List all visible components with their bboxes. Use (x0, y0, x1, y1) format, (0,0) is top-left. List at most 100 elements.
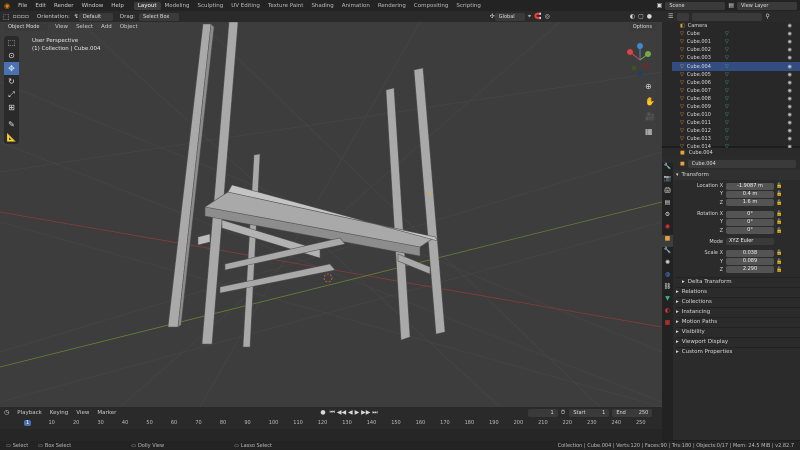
lock-icon[interactable]: 🔓 (776, 228, 782, 234)
navigation-gizmo[interactable] (620, 40, 660, 80)
property-section-header[interactable]: ▸ Collections (676, 296, 800, 307)
property-section-header[interactable]: ▸ Viewport Display (676, 336, 800, 347)
mesh-data-icon[interactable]: ▽ (725, 88, 729, 94)
menu-object[interactable]: Object (120, 24, 138, 30)
lock-icon[interactable]: 🔓 (776, 211, 782, 217)
view-layer-selector[interactable]: View Layer (737, 1, 797, 10)
zoom-icon[interactable]: ⊕ (645, 82, 652, 91)
snap-icon[interactable]: 🧲 (534, 13, 541, 20)
object-tab-icon[interactable]: ■ (662, 235, 673, 247)
menu-file[interactable]: File (14, 3, 31, 9)
mesh-data-icon[interactable]: ▽ (725, 64, 729, 70)
location-x-field[interactable]: -1.9087 m (726, 182, 774, 190)
constraints-tab-icon[interactable]: ⛓ (662, 283, 673, 295)
tab-sculpting[interactable]: Sculpting (194, 2, 228, 10)
orientation-dropdown[interactable]: Default (78, 12, 113, 21)
material-tab-icon[interactable]: ◐ (662, 307, 673, 319)
tab-animation[interactable]: Animation (338, 2, 374, 10)
playback-controls-icon[interactable]: ⏮ ◀◀ ◀ ▶ ▶▶ ⏭ (330, 409, 378, 417)
location-y-field[interactable]: 0.4 m (726, 190, 774, 198)
particles-tab-icon[interactable]: ✺ (662, 259, 673, 271)
viewport-options-button[interactable]: Options (628, 23, 656, 31)
mesh-data-icon[interactable]: ▽ (725, 104, 729, 110)
scene-selector[interactable]: Scene (665, 1, 726, 10)
current-frame-field[interactable]: 1 (527, 408, 558, 417)
mesh-data-icon[interactable]: ▽ (725, 47, 729, 53)
lock-icon[interactable]: 🔓 (776, 200, 782, 206)
mesh-data-icon[interactable]: ▽ (725, 39, 729, 45)
world-tab-icon[interactable]: ◉ (662, 223, 673, 235)
clock-icon[interactable]: ⏱ (561, 409, 566, 417)
drag-dropdown[interactable]: Select Box (139, 12, 180, 21)
property-section-header[interactable]: ▸ Delta Transform (676, 276, 800, 287)
visibility-eye-icon[interactable]: ◉ (788, 31, 792, 37)
frame-ruler[interactable]: 1 10 20 30 40 50 60 70 80 90 100 110 120 130 140 150 160… (0, 419, 662, 429)
transform-collapse-icon[interactable]: ▾ (676, 172, 679, 178)
shading-solid-icon[interactable]: ● (647, 13, 652, 20)
mode-icons[interactable]: ▫▫▫▫ (13, 13, 29, 20)
pivot-icon[interactable]: ⌖ (528, 13, 531, 21)
mesh-data-icon[interactable]: ▽ (725, 31, 729, 37)
outliner-item[interactable]: ▽ Cube.008 ▽ ◉ (672, 95, 800, 103)
location-z-field[interactable]: 1.6 m (726, 199, 774, 207)
tool-tab-icon[interactable]: 🔧 (662, 163, 673, 175)
3d-viewport[interactable]: Object Mode View Select Add Object Optio… (0, 22, 662, 407)
mesh-data-icon[interactable]: ▽ (725, 96, 729, 102)
outliner-item[interactable]: ▽ Cube.006 ▽ ◉ (672, 79, 800, 87)
outliner-editor-icon[interactable]: ☰ (668, 13, 673, 20)
object-name-field[interactable]: Cube.004 (687, 159, 796, 168)
menu-view[interactable]: View (55, 24, 68, 30)
property-section-header[interactable]: ▸ Motion Paths (676, 316, 800, 327)
scale-tool-icon[interactable]: ⤢ (4, 88, 19, 101)
outliner-item[interactable]: ▽ Cube.010 ▽ ◉ (672, 111, 800, 119)
scale-z-field[interactable]: 2.290 (726, 266, 774, 274)
menu-keying[interactable]: Keying (50, 410, 68, 416)
visibility-eye-icon[interactable]: ◉ (788, 96, 792, 102)
visibility-eye-icon[interactable]: ◉ (788, 55, 792, 61)
xray-icon[interactable]: ▢ (638, 13, 644, 20)
proportional-edit-icon[interactable]: ◎ (545, 13, 550, 20)
transform-orientation-dropdown[interactable]: Global (494, 12, 525, 21)
view-layer-icon[interactable]: ▤ (728, 2, 734, 9)
mesh-data-icon[interactable]: ▽ (725, 128, 729, 134)
lock-icon[interactable]: 🔓 (776, 219, 782, 225)
outliner-filter-dropdown[interactable] (677, 12, 690, 21)
transform-tool-icon[interactable]: ⊞ (4, 101, 19, 114)
visibility-eye-icon[interactable]: ◉ (788, 64, 792, 70)
annotate-tool-icon[interactable]: ✎ (4, 118, 19, 131)
visibility-eye-icon[interactable]: ◉ (788, 120, 792, 126)
lock-icon[interactable]: 🔓 (776, 250, 782, 256)
mode-dropdown[interactable]: Object Mode (4, 23, 48, 31)
tab-compositing[interactable]: Compositing (410, 2, 452, 10)
outliner-item[interactable]: ▽ Cube ▽ ◉ (672, 30, 800, 38)
visibility-eye-icon[interactable]: ◉ (788, 80, 792, 86)
blender-logo-icon[interactable]: ◉ (0, 2, 14, 10)
end-frame-field[interactable]: End 250 (612, 408, 653, 417)
property-section-header[interactable]: ▸ Relations (676, 286, 800, 297)
outliner-item[interactable]: ▽ Cube.005 ▽ ◉ (672, 71, 800, 79)
visibility-eye-icon[interactable]: ◉ (788, 23, 792, 29)
tab-modeling[interactable]: Modeling (161, 2, 194, 10)
mesh-data-icon[interactable]: ▽ (725, 72, 729, 78)
outliner-item[interactable]: ◧ Camera ◉ (672, 22, 800, 30)
overlay-icon[interactable]: ◐ (630, 13, 635, 20)
modifier-tab-icon[interactable]: 🔧 (662, 247, 673, 259)
outliner-item[interactable]: ▽ Cube.003 ▽ ◉ (672, 54, 800, 62)
mesh-data-icon[interactable]: ▽ (725, 120, 729, 126)
pan-hand-icon[interactable]: ✋ (645, 97, 655, 106)
timeline-track-area[interactable] (0, 429, 662, 441)
menu-window[interactable]: Window (78, 3, 108, 9)
visibility-eye-icon[interactable]: ◉ (788, 72, 792, 78)
tab-uv-editing[interactable]: UV Editing (227, 2, 264, 10)
rotation-y-field[interactable]: 0° (726, 218, 774, 226)
property-section-header[interactable]: ▸ Custom Properties (676, 346, 800, 357)
outliner-item[interactable]: ▽ Cube.001 ▽ ◉ (672, 38, 800, 46)
rotation-x-field[interactable]: 0° (726, 210, 774, 218)
cursor-tool-icon[interactable]: ⊙ (4, 49, 19, 62)
outliner-item[interactable]: ▽ Cube.011 ▽ ◉ (672, 119, 800, 127)
visibility-eye-icon[interactable]: ◉ (788, 104, 792, 110)
scene-icon[interactable]: ▣ (657, 2, 663, 9)
output-tab-icon[interactable]: 🖨 (662, 187, 673, 199)
menu-marker[interactable]: Marker (97, 410, 116, 416)
menu-help[interactable]: Help (107, 3, 128, 9)
